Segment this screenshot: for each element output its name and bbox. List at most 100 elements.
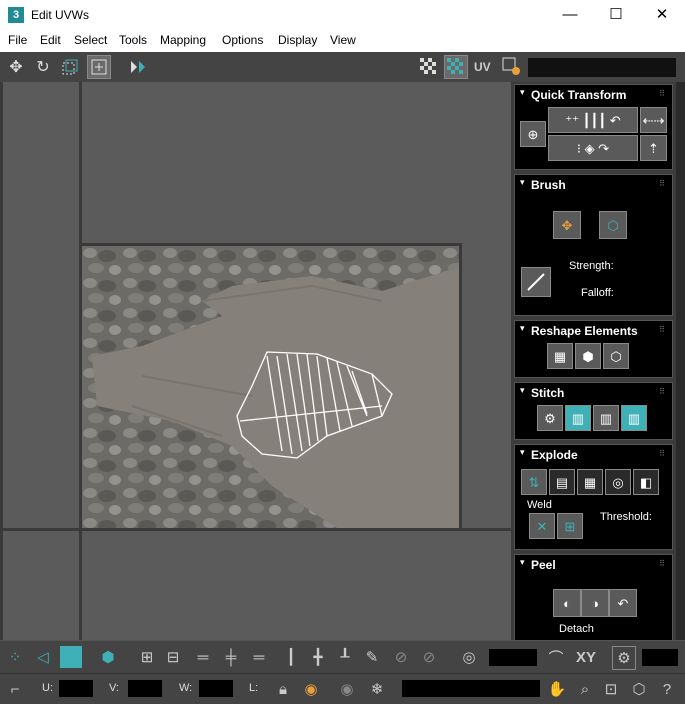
quick-peel-button[interactable]: ◐ xyxy=(553,589,581,617)
grid-line xyxy=(0,82,3,640)
relax-button[interactable]: ⬢ xyxy=(575,343,601,369)
menu-display[interactable]: Display xyxy=(278,33,317,47)
uv-icon[interactable]: UV xyxy=(474,60,491,74)
rollout-title: Explode xyxy=(531,448,578,462)
soft-selection-icon[interactable]: ◎ xyxy=(458,646,480,668)
reset-peel-button[interactable]: ↶ xyxy=(609,589,637,617)
threshold-label: Threshold: xyxy=(600,511,652,523)
loop-select-icon[interactable]: ═ xyxy=(192,646,214,668)
edge-mode-icon[interactable]: ◁ xyxy=(32,646,54,668)
quick-transform-rollout: ▾ Quick Transform ⠿ ⊕ ⁺⁺ ┃┃┃ ↶ ⁝ ◈ ↷ ⇠⇢ … xyxy=(514,84,673,170)
l-label: L: xyxy=(249,682,259,694)
space-v-button[interactable]: ⇡ xyxy=(640,135,667,161)
brush-icon[interactable]: ✥ xyxy=(553,211,581,239)
explode-by-smoothing-button[interactable]: ▤ xyxy=(549,469,575,495)
options-icon[interactable]: ⚙ xyxy=(612,646,636,670)
align-button[interactable]: ⁺⁺ ┃┃┃ ↶ xyxy=(548,107,638,133)
help-icon[interactable]: ? xyxy=(656,678,678,700)
mirror-icon[interactable] xyxy=(126,55,150,79)
u-field[interactable] xyxy=(59,680,93,697)
scale-icon[interactable] xyxy=(58,55,82,79)
menu-bar: File Edit Select Tools Mapping Options D… xyxy=(0,30,685,52)
menu-mapping[interactable]: Mapping xyxy=(160,33,206,47)
menu-edit[interactable]: Edit xyxy=(40,33,61,47)
vertex-mode-icon[interactable]: ⁘ xyxy=(4,646,26,668)
zoom-extents-icon[interactable]: ⬡ xyxy=(628,678,650,700)
rollout-panel: ▾ Quick Transform ⠿ ⊕ ⁺⁺ ┃┃┃ ↶ ⁝ ◈ ↷ ⇠⇢ … xyxy=(511,82,685,640)
grow-selection-icon[interactable]: ⊞ xyxy=(136,646,158,668)
u-label: U: xyxy=(42,682,53,694)
pivot-icon[interactable]: ⌐ xyxy=(4,678,26,700)
close-button[interactable]: ✕ xyxy=(639,0,685,30)
move-icon[interactable]: ✥ xyxy=(4,55,28,79)
falloff-curve-icon[interactable]: ⌒ xyxy=(545,646,567,668)
distribute-button[interactable]: ⁝ ◈ ↷ xyxy=(548,135,638,161)
filter-field[interactable] xyxy=(402,680,540,697)
menu-options[interactable]: Options xyxy=(222,33,263,47)
grip-icon: ⠿ xyxy=(659,179,666,188)
peel-rollout: ▾ Peel ⠿ ◐ ◑ ↶ Detach xyxy=(514,554,673,640)
menu-view[interactable]: View xyxy=(330,33,356,47)
value-field[interactable] xyxy=(642,649,678,666)
show-hidden-icon[interactable]: ◉ xyxy=(300,678,322,700)
menu-select[interactable]: Select xyxy=(74,33,107,47)
zoom-region-icon[interactable]: ⊡ xyxy=(600,678,622,700)
ring-select-icon[interactable]: ╪ xyxy=(220,646,242,668)
pan-icon[interactable]: ✋ xyxy=(546,678,568,700)
panel-scrollbar[interactable] xyxy=(676,82,685,640)
stitch-to-target-button[interactable]: ▥ xyxy=(621,405,647,431)
paint-select-icon[interactable]: ┸ xyxy=(334,646,356,668)
stitch-to-source-button[interactable]: ▥ xyxy=(565,405,591,431)
point-to-point-icon[interactable]: ┃ xyxy=(280,646,302,668)
explode-to-elements-button[interactable]: ◧ xyxy=(633,469,659,495)
relax-brush-icon[interactable]: ⬡ xyxy=(599,211,627,239)
grip-icon: ⠿ xyxy=(659,559,666,568)
window-title: Edit UVWs xyxy=(31,8,90,22)
menu-file[interactable]: File xyxy=(8,33,27,47)
v-field[interactable] xyxy=(128,680,162,697)
freeze-icon[interactable]: ❄ xyxy=(366,678,388,700)
texture-dropdown[interactable] xyxy=(528,58,676,77)
element-mode-icon[interactable]: ⬢ xyxy=(97,646,119,668)
snap-icon[interactable]: ╋ xyxy=(307,646,329,668)
shrink-selection-icon[interactable]: ⊟ xyxy=(162,646,184,668)
rotate-icon[interactable]: ↻ xyxy=(31,55,55,79)
soft-selection-field[interactable] xyxy=(489,649,537,666)
peel-mode-button[interactable]: ◑ xyxy=(581,589,609,617)
lock-icon[interactable]: 🔒︎ xyxy=(272,678,294,700)
straighten-button[interactable]: ▦ xyxy=(547,343,573,369)
freeform-icon[interactable] xyxy=(87,55,111,79)
weld-target-button[interactable]: ✕ xyxy=(529,513,555,539)
weld-label: Weld xyxy=(527,499,552,511)
reshape-elements-rollout: ▾ Reshape Elements ⠿ ▦ ⬢ ⬡ xyxy=(514,320,673,378)
menu-tools[interactable]: Tools xyxy=(119,33,147,47)
brush-falloff-icon[interactable] xyxy=(521,267,551,297)
zoom-icon[interactable]: ⌕ xyxy=(574,678,596,700)
uv-viewport[interactable] xyxy=(0,82,511,640)
hide-icon[interactable]: ◉ xyxy=(336,678,358,700)
face-mode-icon[interactable] xyxy=(60,646,82,668)
stitch-average-button[interactable]: ▥ xyxy=(593,405,619,431)
explode-flatten-button[interactable]: ◎ xyxy=(605,469,631,495)
minimize-button[interactable]: — xyxy=(547,0,593,30)
explode-by-material-button[interactable]: ▦ xyxy=(577,469,603,495)
maximize-button[interactable]: ☐ xyxy=(593,0,639,30)
stitch-custom-button[interactable]: ⚙ xyxy=(537,405,563,431)
paint-shrink-icon[interactable]: ⊘ xyxy=(418,646,440,668)
rollout-title: Peel xyxy=(531,558,556,572)
settings-icon[interactable] xyxy=(500,55,524,79)
w-field[interactable] xyxy=(199,680,233,697)
weld-selected-button[interactable]: ⇅ xyxy=(521,469,547,495)
edge-select-icon[interactable]: ═ xyxy=(248,646,270,668)
paint-grow-icon[interactable]: ⊘ xyxy=(390,646,412,668)
checker-toggle-icon[interactable] xyxy=(444,55,468,79)
freeform-transform-button[interactable]: ⊕ xyxy=(520,121,546,147)
reshape-button[interactable]: ⬡ xyxy=(603,343,629,369)
weld-threshold-button[interactable]: ⊞ xyxy=(557,513,583,539)
app-icon: 3 xyxy=(8,7,24,23)
space-h-button[interactable]: ⇠⇢ xyxy=(640,107,667,133)
w-label: W: xyxy=(179,682,193,694)
brush-select-icon[interactable]: ✎ xyxy=(361,646,383,668)
checker-icon[interactable] xyxy=(417,55,441,79)
xy-label[interactable]: XY xyxy=(574,646,598,668)
